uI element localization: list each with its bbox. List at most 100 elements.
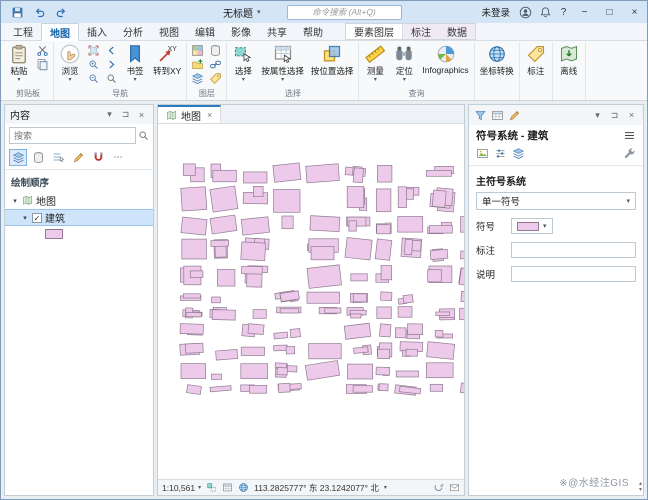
search-icon[interactable] bbox=[138, 130, 149, 141]
add-link-button[interactable] bbox=[207, 57, 224, 71]
group-label-navigate: 导航 bbox=[112, 89, 129, 98]
tree-item-map[interactable]: ▾ 地图 bbox=[5, 192, 153, 209]
save-button[interactable] bbox=[7, 3, 27, 21]
tab-labeling[interactable]: 标注 bbox=[403, 24, 439, 39]
previous-extent-button[interactable] bbox=[103, 43, 120, 57]
tab-help[interactable]: 帮助 bbox=[295, 23, 331, 40]
tab-imagery[interactable]: 影像 bbox=[223, 23, 259, 40]
more-lists-button[interactable]: ⋯ bbox=[109, 149, 127, 166]
pane-pin-icon[interactable]: ⊐ bbox=[608, 110, 621, 121]
infographics-button[interactable]: Infographics bbox=[419, 43, 471, 76]
fixed-zoom-button[interactable] bbox=[103, 71, 120, 85]
pane-menu-icon[interactable]: ▾ bbox=[103, 109, 116, 120]
notifications-button[interactable] bbox=[535, 3, 555, 21]
tab-analysis[interactable]: 分析 bbox=[115, 23, 151, 40]
expander-icon[interactable]: ▾ bbox=[21, 214, 29, 222]
layer-visibility-checkbox[interactable]: ✓ bbox=[32, 212, 42, 223]
select-by-location-button[interactable]: 按位置选择 bbox=[308, 43, 357, 78]
tab-view[interactable]: 视图 bbox=[151, 23, 187, 40]
redo-button[interactable] bbox=[51, 3, 71, 21]
list-by-drawing-order-button[interactable] bbox=[9, 149, 27, 166]
symbol-layers-tab-icon[interactable] bbox=[512, 147, 525, 160]
add-preset-button[interactable] bbox=[189, 71, 206, 85]
tab-insert[interactable]: 插入 bbox=[79, 23, 115, 40]
add-data-button[interactable] bbox=[189, 57, 206, 71]
tab-project[interactable]: 工程 bbox=[5, 23, 41, 40]
tab-feature-layer[interactable]: 要素图层 bbox=[346, 24, 403, 39]
go-to-xy-button[interactable]: XY 转到XY bbox=[150, 43, 184, 78]
filter-icon[interactable] bbox=[474, 109, 487, 122]
map-scale-select[interactable]: 1:10,561 ▾ bbox=[162, 483, 201, 493]
help-button[interactable]: ? bbox=[555, 7, 572, 18]
tab-map[interactable]: 地图 bbox=[41, 23, 79, 41]
close-button[interactable]: × bbox=[622, 1, 647, 23]
pane-options-menu-icon[interactable] bbox=[623, 129, 636, 142]
list-by-selection-button[interactable] bbox=[49, 149, 67, 166]
attribute-table-icon[interactable] bbox=[222, 482, 233, 493]
login-status[interactable]: 未登录 bbox=[481, 5, 510, 19]
edit-icon[interactable] bbox=[508, 109, 521, 122]
description-input[interactable] bbox=[511, 266, 636, 282]
spatial-reference-icon[interactable] bbox=[238, 482, 249, 493]
select-by-attributes-button[interactable]: 按属性选择 ▾ bbox=[258, 43, 307, 84]
selection-status-icon[interactable] bbox=[206, 482, 217, 493]
symbol-swatch-button[interactable]: ▾ bbox=[511, 218, 553, 234]
title-caret-icon[interactable]: ▾ bbox=[257, 8, 261, 16]
account-button[interactable] bbox=[515, 3, 535, 21]
next-extent-button[interactable] bbox=[103, 57, 120, 71]
tab-data[interactable]: 数据 bbox=[439, 24, 475, 39]
bookmarks-button[interactable]: 书签 ▾ bbox=[121, 43, 149, 84]
notifications-tray-icon[interactable] bbox=[449, 482, 460, 493]
map-canvas[interactable] bbox=[158, 124, 464, 479]
add-label-class-button[interactable] bbox=[207, 71, 224, 85]
map-tab-close-button[interactable]: × bbox=[207, 110, 212, 120]
undo-button[interactable] bbox=[29, 3, 49, 21]
pane-close-icon[interactable]: × bbox=[625, 110, 638, 120]
symbology-type-select[interactable]: 单一符号 ▾ bbox=[476, 192, 636, 210]
paste-button[interactable]: 粘贴 ▾ bbox=[5, 43, 33, 84]
tree-item-building-layer[interactable]: ▾ ✓ 建筑 bbox=[5, 209, 153, 226]
tab-edit[interactable]: 编辑 bbox=[187, 23, 223, 40]
swatch-caret-icon: ▾ bbox=[543, 223, 547, 230]
list-by-snapping-button[interactable] bbox=[89, 149, 107, 166]
pane-menu-icon[interactable]: ▾ bbox=[591, 110, 604, 121]
coordinates-caret-icon[interactable]: ▾ bbox=[384, 484, 387, 491]
explore-hand-icon bbox=[60, 44, 80, 64]
scroll-down-icon[interactable]: ▾ bbox=[639, 487, 642, 493]
minimize-button[interactable]: − bbox=[572, 1, 597, 23]
select-tool-icon bbox=[233, 44, 253, 64]
list-by-editing-button[interactable] bbox=[69, 149, 87, 166]
coordinate-conversion-button[interactable]: 坐标转换 bbox=[477, 43, 517, 78]
pane-scroll-buttons[interactable]: ▴ ▾ bbox=[639, 481, 642, 493]
building-symbol-swatch[interactable] bbox=[45, 228, 63, 239]
labeling-button[interactable]: 标注 bbox=[522, 43, 550, 78]
command-search-input[interactable] bbox=[286, 4, 402, 20]
table-icon[interactable] bbox=[491, 109, 504, 122]
contents-search-input[interactable] bbox=[9, 127, 136, 144]
map-view-tab[interactable]: 地图 × bbox=[158, 105, 222, 123]
maximize-button[interactable]: □ bbox=[597, 1, 622, 23]
pane-close-icon[interactable]: × bbox=[135, 110, 148, 120]
tab-share[interactable]: 共享 bbox=[259, 23, 295, 40]
add-database-button[interactable] bbox=[207, 43, 224, 57]
explore-button[interactable]: 浏览 ▾ bbox=[56, 43, 84, 84]
properties-tab-icon[interactable] bbox=[494, 147, 507, 160]
measure-button[interactable]: 测量 ▾ bbox=[361, 43, 389, 84]
copy-button[interactable] bbox=[34, 57, 51, 71]
refresh-icon[interactable] bbox=[433, 482, 444, 493]
basemap-button[interactable] bbox=[189, 43, 206, 57]
list-by-source-button[interactable] bbox=[29, 149, 47, 166]
offline-button[interactable]: 离线 bbox=[555, 43, 583, 78]
select-button[interactable]: 选择 ▾ bbox=[229, 43, 257, 84]
locate-button[interactable]: 定位 ▾ bbox=[390, 43, 418, 84]
full-extent-button[interactable] bbox=[85, 43, 102, 57]
gallery-tab-icon[interactable] bbox=[476, 147, 489, 160]
format-symbol-icon[interactable] bbox=[623, 147, 636, 160]
zoom-in-button[interactable] bbox=[85, 57, 102, 71]
cut-button[interactable] bbox=[34, 43, 51, 57]
pane-pin-icon[interactable]: ⊐ bbox=[119, 109, 132, 120]
expander-icon[interactable]: ▾ bbox=[11, 197, 19, 205]
label-input[interactable] bbox=[511, 242, 636, 258]
zoom-out-button[interactable] bbox=[85, 71, 102, 85]
arcgis-pro-window: 无标题 ▾ 未登录 ? − □ × 工程 地图 插入 分析 视图 编辑 影像 共… bbox=[0, 0, 648, 500]
